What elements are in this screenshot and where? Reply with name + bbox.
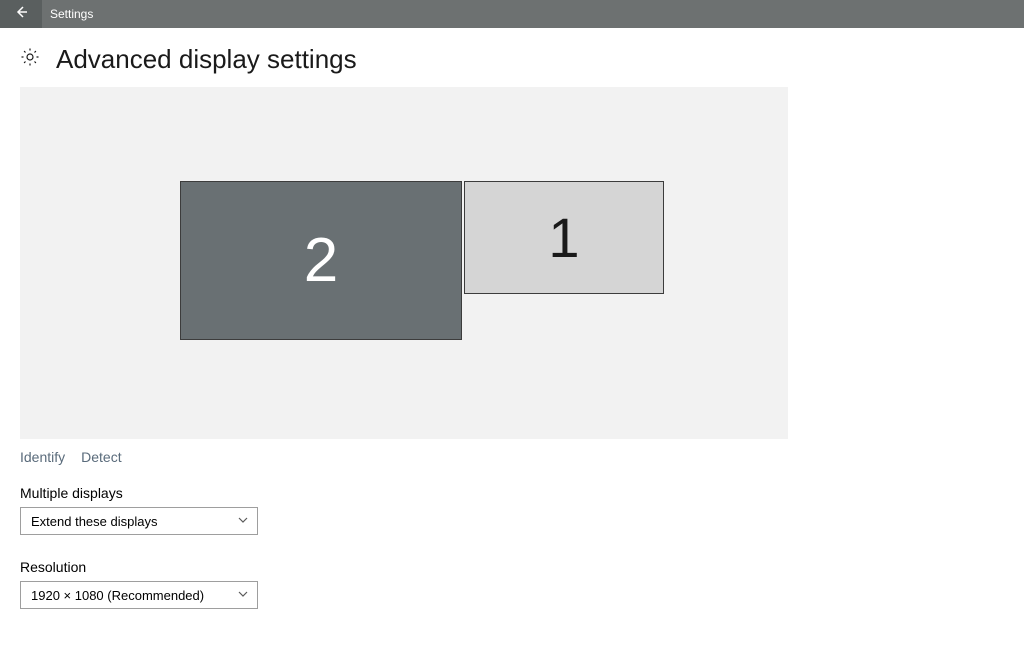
display-action-links: Identify Detect	[20, 449, 1004, 465]
resolution-label: Resolution	[20, 559, 1004, 575]
back-arrow-icon	[13, 4, 29, 25]
resolution-value: 1920 × 1080 (Recommended)	[31, 588, 204, 603]
monitor-2-label: 2	[304, 225, 338, 296]
identify-link[interactable]: Identify	[20, 449, 65, 465]
chevron-down-icon	[237, 514, 249, 529]
monitor-2[interactable]: 2	[180, 181, 462, 340]
multiple-displays-group: Multiple displays Extend these displays	[20, 485, 1004, 535]
multiple-displays-select[interactable]: Extend these displays	[20, 507, 258, 535]
back-button[interactable]	[0, 0, 42, 28]
chevron-down-icon	[237, 588, 249, 603]
app-name: Settings	[42, 0, 93, 28]
multiple-displays-value: Extend these displays	[31, 514, 157, 529]
page-header: Advanced display settings	[20, 44, 1004, 75]
multiple-displays-label: Multiple displays	[20, 485, 1004, 501]
monitor-1-label: 1	[548, 205, 579, 270]
monitor-1[interactable]: 1	[464, 181, 664, 294]
resolution-group: Resolution 1920 × 1080 (Recommended)	[20, 559, 1004, 609]
gear-icon	[20, 47, 40, 72]
page-title: Advanced display settings	[56, 44, 357, 75]
titlebar: Settings	[0, 0, 1024, 28]
resolution-select[interactable]: 1920 × 1080 (Recommended)	[20, 581, 258, 609]
detect-link[interactable]: Detect	[81, 449, 121, 465]
display-arrangement-panel[interactable]: 2 1	[20, 87, 788, 439]
content-area: Advanced display settings 2 1 Identify D…	[0, 28, 1024, 649]
